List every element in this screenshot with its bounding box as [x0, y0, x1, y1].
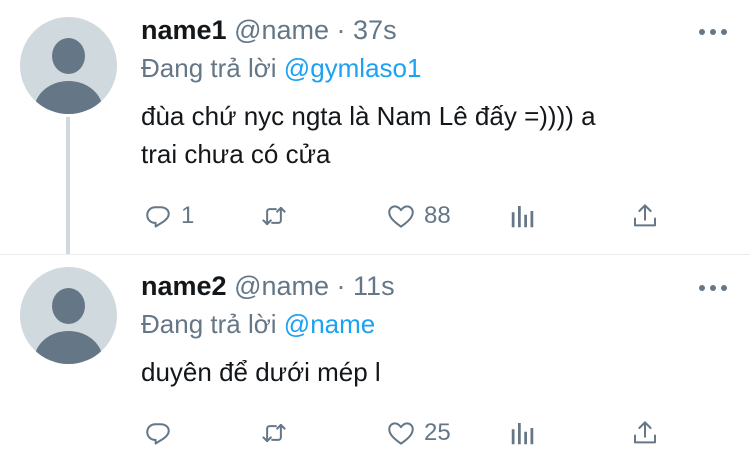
bar-chart-icon	[511, 423, 534, 445]
tweet-text-line: duyên để dưới mép l	[141, 357, 381, 387]
tweet-actions: 25	[141, 413, 701, 453]
avatar[interactable]	[20, 267, 117, 364]
avatar-body-shape	[34, 81, 103, 114]
share-upload-icon	[634, 204, 656, 227]
tweet-text-line: đùa chứ nyc ngta là Nam Lê đấy =)))) a	[141, 101, 596, 131]
timestamp[interactable]: · 37s	[337, 15, 397, 45]
reply-count: 1	[181, 202, 195, 229]
mention-link[interactable]: @gymlaso1	[284, 53, 422, 83]
heart-icon	[388, 422, 414, 445]
tweet-text: đùa chứ nyc ngta là Nam Lê đấy =)))) a t…	[141, 97, 721, 173]
reply-button[interactable]: 1	[143, 196, 194, 236]
timestamp[interactable]: · 11s	[337, 271, 395, 301]
replying-to-label: Đang trả lời	[141, 309, 277, 339]
retweet-button[interactable]	[259, 196, 289, 236]
avatar-head-shape	[52, 38, 85, 74]
user-handle[interactable]: @name	[234, 15, 329, 45]
retweet-icon	[262, 423, 286, 443]
tweet-card-1[interactable]: name1 @name · 37s Đang trả lời @gymlaso1…	[0, 0, 750, 255]
bar-chart-icon	[511, 206, 534, 228]
avatar-body-shape	[34, 331, 103, 364]
reply-button[interactable]	[143, 413, 173, 453]
analytics-button[interactable]	[508, 413, 538, 453]
reply-bubble-icon	[146, 206, 170, 228]
reply-bubble-icon	[146, 423, 170, 445]
mention-link[interactable]: @name	[284, 309, 375, 339]
replying-to-line: Đang trả lời @gymlaso1	[141, 53, 730, 83]
share-upload-icon	[634, 421, 656, 444]
analytics-button[interactable]	[508, 196, 538, 236]
tweet-text: duyên để dưới mép l	[141, 353, 721, 391]
replying-to-line: Đang trả lời @name	[141, 309, 730, 339]
tweet-actions: 1 88	[141, 196, 701, 236]
display-name[interactable]: name1	[141, 15, 227, 45]
retweet-button[interactable]	[259, 413, 289, 453]
share-button[interactable]	[630, 196, 660, 236]
thread-connector-line	[66, 117, 70, 255]
share-button[interactable]	[630, 413, 660, 453]
retweet-icon	[262, 206, 286, 226]
user-handle[interactable]: @name	[234, 271, 329, 301]
like-button[interactable]: 25	[386, 413, 451, 453]
like-count: 25	[424, 419, 451, 446]
tweet-card-2[interactable]: name2 @name · 11s Đang trả lời @name duy…	[0, 255, 750, 468]
avatar[interactable]	[20, 17, 117, 114]
heart-icon	[388, 205, 414, 228]
avatar-head-shape	[52, 288, 85, 324]
like-count: 88	[424, 202, 451, 229]
like-button[interactable]: 88	[386, 196, 451, 236]
tweet-text-line: trai chưa có cửa	[141, 139, 331, 169]
replying-to-label: Đang trả lời	[141, 53, 277, 83]
display-name[interactable]: name2	[141, 271, 227, 301]
